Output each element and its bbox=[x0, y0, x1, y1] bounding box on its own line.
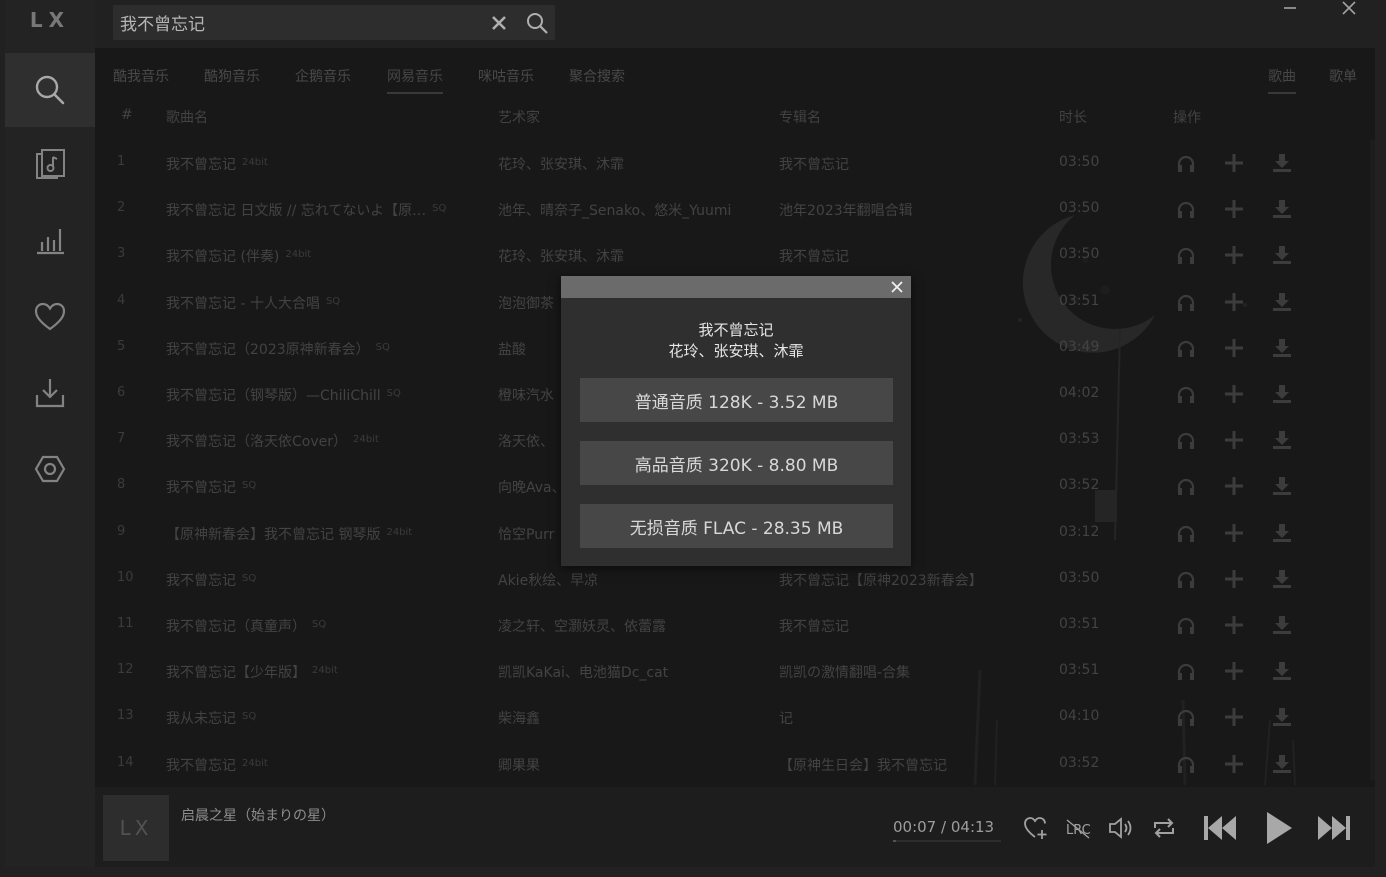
dialog-close-icon[interactable] bbox=[889, 279, 905, 295]
modal-overlay[interactable]: 我不曾忘记 花玲、张安琪、沐霏 普通音质 128K - 3.52 MB 高品音质… bbox=[0, 0, 1386, 877]
app-window: LX 我不曾忘记 酷我音乐 酷狗音乐 企鹅音乐 网易音乐 咪咕音乐 聚合搜索 歌… bbox=[0, 0, 1386, 877]
quality-dialog: 我不曾忘记 花玲、张安琪、沐霏 普通音质 128K - 3.52 MB 高品音质… bbox=[561, 276, 911, 566]
quality-flac-button[interactable]: 无损音质 FLAC - 28.35 MB bbox=[580, 504, 893, 548]
dialog-header bbox=[561, 276, 911, 298]
quality-320k-button[interactable]: 高品音质 320K - 8.80 MB bbox=[580, 441, 893, 485]
dialog-song-title: 我不曾忘记 bbox=[698, 321, 774, 339]
dialog-song-artist: 花玲、张安琪、沐霏 bbox=[668, 342, 804, 360]
quality-128k-button[interactable]: 普通音质 128K - 3.52 MB bbox=[580, 378, 893, 422]
